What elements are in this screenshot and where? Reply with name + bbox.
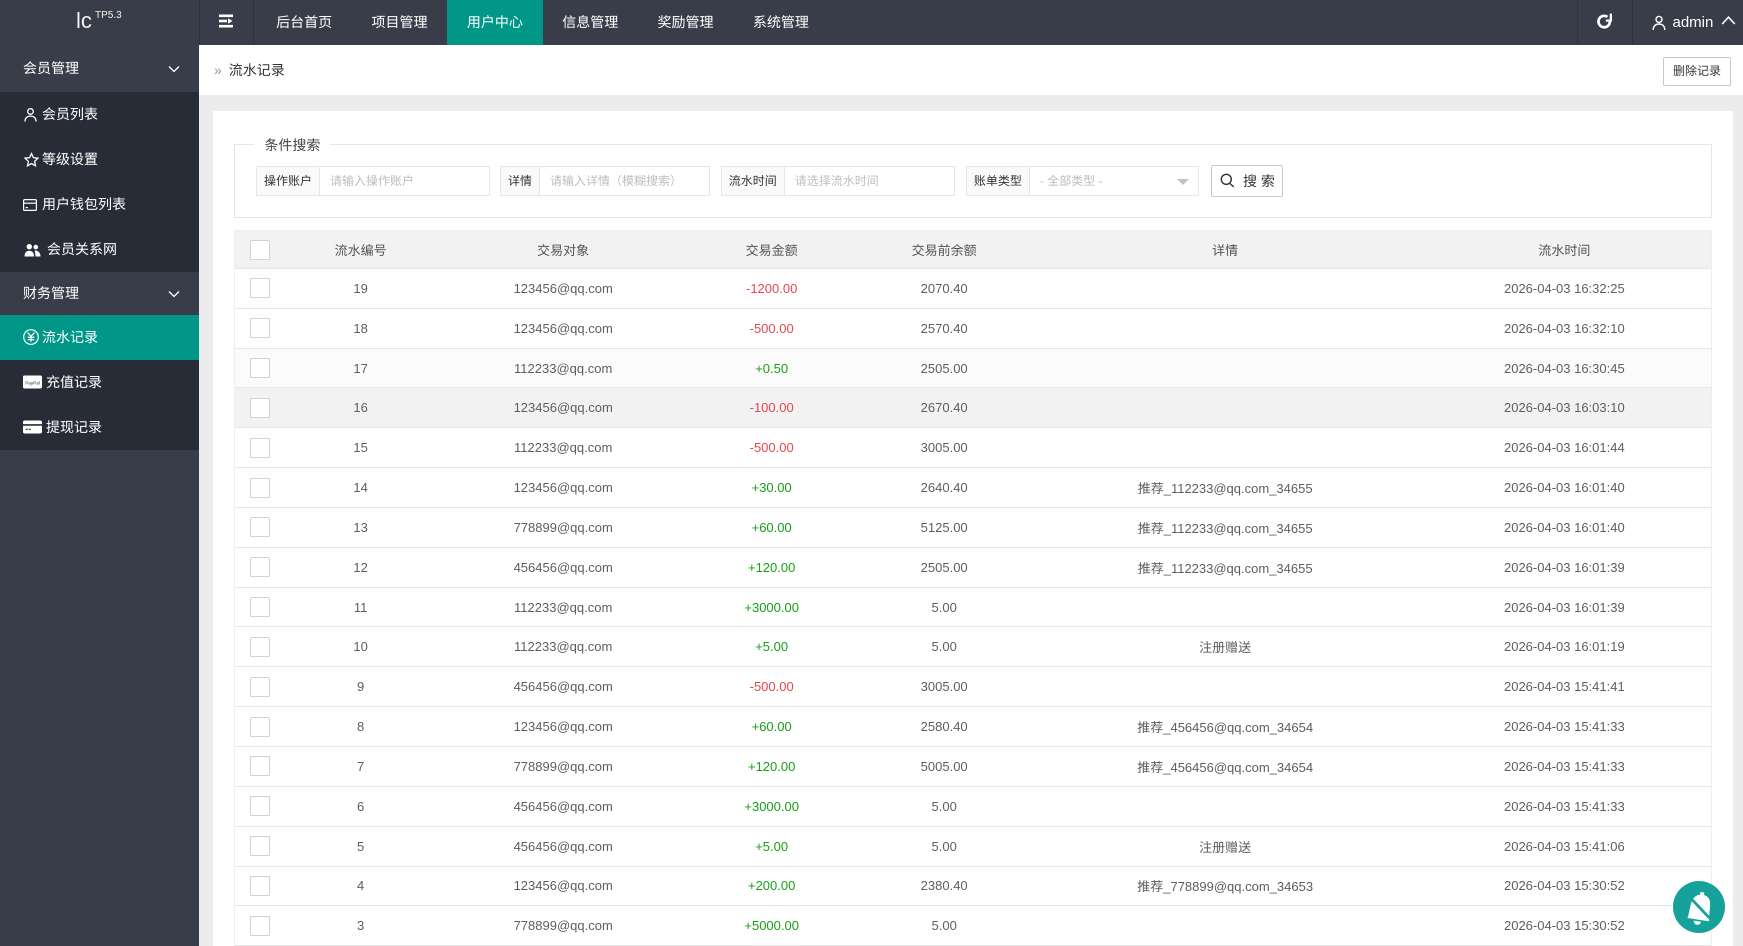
svg-text:PayPal: PayPal [25, 380, 40, 385]
